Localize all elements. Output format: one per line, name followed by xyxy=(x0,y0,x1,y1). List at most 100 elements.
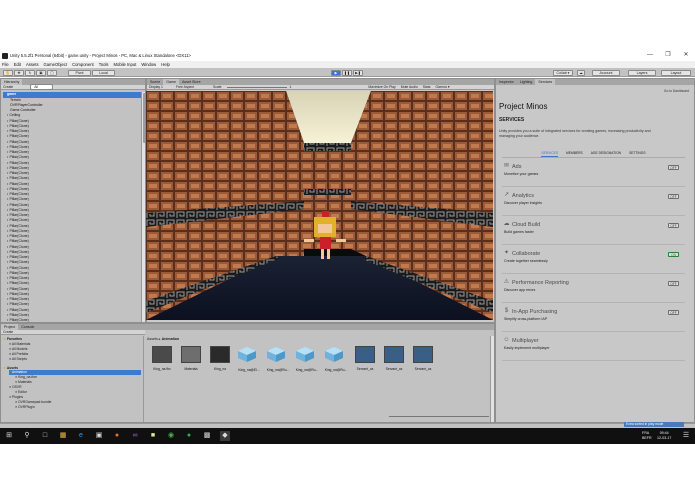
scene-root[interactable]: game xyxy=(3,92,141,98)
tab-services[interactable]: Services xyxy=(535,79,556,85)
service-row[interactable]: ☁ Cloud Build Build games faster OFF xyxy=(502,220,685,245)
expand-arrow-icon[interactable] xyxy=(7,119,8,122)
expand-arrow-icon[interactable] xyxy=(7,219,8,222)
expand-arrow-icon[interactable] xyxy=(7,266,8,269)
expand-arrow-icon[interactable] xyxy=(7,245,8,248)
expand-arrow-icon[interactable] xyxy=(7,151,8,154)
menu-window[interactable]: Window xyxy=(141,62,156,67)
expand-arrow-icon[interactable] xyxy=(7,161,8,164)
mute-audio-toggle[interactable]: Mute Audio xyxy=(401,85,418,89)
asset-item[interactable]: King_na@El... xyxy=(237,346,261,372)
expand-arrow-icon[interactable] xyxy=(7,298,8,301)
service-row[interactable]: ☺ Multiplayer Easily implement multiplayer xyxy=(502,336,685,361)
service-toggle[interactable]: ON xyxy=(668,252,679,257)
service-row[interactable]: ✉ Ads Monetize your games OFF xyxy=(502,162,685,187)
unity-taskbar-icon[interactable]: ◆ xyxy=(220,431,230,441)
chrome-icon[interactable]: ◉ xyxy=(166,431,176,441)
service-toggle[interactable]: OFF xyxy=(668,223,679,228)
scale-slider[interactable] xyxy=(226,86,287,88)
tab-lighting[interactable]: Lighting xyxy=(517,79,536,85)
service-toggle[interactable]: OFF xyxy=(668,310,679,315)
step-icon[interactable]: ▶❚ xyxy=(353,69,363,76)
move-tool-icon[interactable]: ✥ xyxy=(14,69,24,76)
maximize-button[interactable]: ❐ xyxy=(659,50,677,61)
visual-studio-icon[interactable]: ∞ xyxy=(130,431,140,441)
tab-inspector[interactable]: Inspector xyxy=(496,79,517,85)
service-row[interactable]: ↗ Analytics Discover player insights OFF xyxy=(502,191,685,216)
rotate-tool-icon[interactable]: ↻ xyxy=(25,69,35,76)
asset-item[interactable]: Servant_ca xyxy=(353,346,377,372)
play-icon[interactable]: ▶ xyxy=(331,69,341,76)
subtab-services[interactable]: SERVICES xyxy=(541,150,559,157)
scale-tool-icon[interactable]: ▣ xyxy=(36,69,46,76)
pause-icon[interactable]: ❚❚ xyxy=(342,69,352,76)
task-view-icon[interactable]: □ xyxy=(40,431,50,441)
asset-item[interactable]: King_na xyxy=(208,346,232,372)
asset-item[interactable]: Servant_ca xyxy=(411,346,435,372)
expand-arrow-icon[interactable] xyxy=(7,114,8,117)
expand-arrow-icon[interactable] xyxy=(7,193,8,196)
display-dropdown[interactable]: Display 1 xyxy=(149,85,163,89)
favorite-item[interactable]: ■ All Scripts xyxy=(9,357,27,362)
expand-arrow-icon[interactable] xyxy=(7,250,8,253)
stats-toggle[interactable]: Stats xyxy=(423,85,431,89)
hand-tool-icon[interactable]: ✋ xyxy=(3,69,13,76)
expand-arrow-icon[interactable] xyxy=(7,261,8,264)
thumbnail-size-slider[interactable] xyxy=(389,416,489,417)
sticky-notes-icon[interactable]: ■ xyxy=(148,431,158,441)
menu-help[interactable]: Help xyxy=(161,62,170,67)
expand-arrow-icon[interactable] xyxy=(7,124,8,127)
expand-arrow-icon[interactable] xyxy=(7,214,8,217)
asset-item[interactable]: King_na@Ru... xyxy=(295,346,319,372)
expand-arrow-icon[interactable] xyxy=(7,271,8,274)
aspect-dropdown[interactable]: Free Aspect xyxy=(176,85,194,89)
expand-arrow-icon[interactable] xyxy=(7,240,8,243)
expand-arrow-icon[interactable] xyxy=(7,130,8,133)
expand-arrow-icon[interactable] xyxy=(7,145,8,148)
expand-arrow-icon[interactable] xyxy=(7,182,8,185)
service-toggle[interactable]: OFF xyxy=(668,281,679,286)
clock[interactable]: 09:44 12-03-17 xyxy=(657,431,671,440)
breadcrumb-animation[interactable]: Animation xyxy=(162,337,180,341)
firefox-icon[interactable]: ● xyxy=(112,431,122,441)
expand-arrow-icon[interactable] xyxy=(7,229,8,232)
edge-icon[interactable]: e xyxy=(76,431,86,441)
local-toggle[interactable]: Local xyxy=(92,69,115,76)
asset-item[interactable]: King_na.fbx xyxy=(150,346,174,372)
service-row[interactable]: $ In-App Purchasing Simplify cross-platfor… xyxy=(502,307,685,332)
service-row[interactable]: ✦ Collaborate Create together seamlessly ON xyxy=(502,249,685,274)
maximize-on-play-toggle[interactable]: Maximize On Play xyxy=(368,85,395,89)
expand-arrow-icon[interactable] xyxy=(7,319,8,322)
assets-scrollbar[interactable] xyxy=(490,336,494,422)
subtab-age-designation[interactable]: AGE DESIGNATION xyxy=(591,150,621,157)
layout-dropdown[interactable]: Layout xyxy=(661,69,691,76)
cloud-icon[interactable]: ☁ xyxy=(577,69,585,76)
menu-mobile-input[interactable]: Mobile Input xyxy=(114,62,137,67)
asset-item[interactable]: King_na@Ru... xyxy=(266,346,290,372)
close-button[interactable]: ✕ xyxy=(677,50,695,61)
expand-arrow-icon[interactable] xyxy=(7,282,8,285)
service-row[interactable]: ⚠ Performance Reporting Discover app error… xyxy=(502,278,685,303)
account-dropdown[interactable]: Account xyxy=(592,69,620,76)
go-to-dashboard-link[interactable]: Go to Dashboard xyxy=(664,89,689,93)
menu-gameobject[interactable]: GameObject xyxy=(44,62,68,67)
start-windows-icon[interactable]: ⊞ xyxy=(4,431,14,441)
expand-arrow-icon[interactable] xyxy=(7,156,8,159)
menu-file[interactable]: File xyxy=(2,62,9,67)
notification-toast[interactable]: Extra sorted in play mode xyxy=(624,422,684,427)
expand-arrow-icon[interactable] xyxy=(7,224,8,227)
expand-arrow-icon[interactable] xyxy=(7,303,8,306)
collab-button[interactable]: Collab ▾ xyxy=(553,69,573,76)
asset-item[interactable]: Materials xyxy=(179,346,203,372)
menu-assets[interactable]: Assets xyxy=(26,62,39,67)
subtab-members[interactable]: MEMBERS xyxy=(566,150,583,157)
expand-arrow-icon[interactable] xyxy=(7,203,8,206)
hierarchy-search-input[interactable]: All xyxy=(30,84,53,90)
subtab-settings[interactable]: SETTINGS xyxy=(629,150,646,157)
app-icon[interactable]: ▩ xyxy=(202,431,212,441)
minimize-button[interactable]: — xyxy=(641,50,659,61)
expand-arrow-icon[interactable] xyxy=(7,235,8,238)
project-create-button[interactable]: Create xyxy=(3,330,13,334)
spotify-icon[interactable]: ● xyxy=(184,431,194,441)
expand-arrow-icon[interactable] xyxy=(7,208,8,211)
